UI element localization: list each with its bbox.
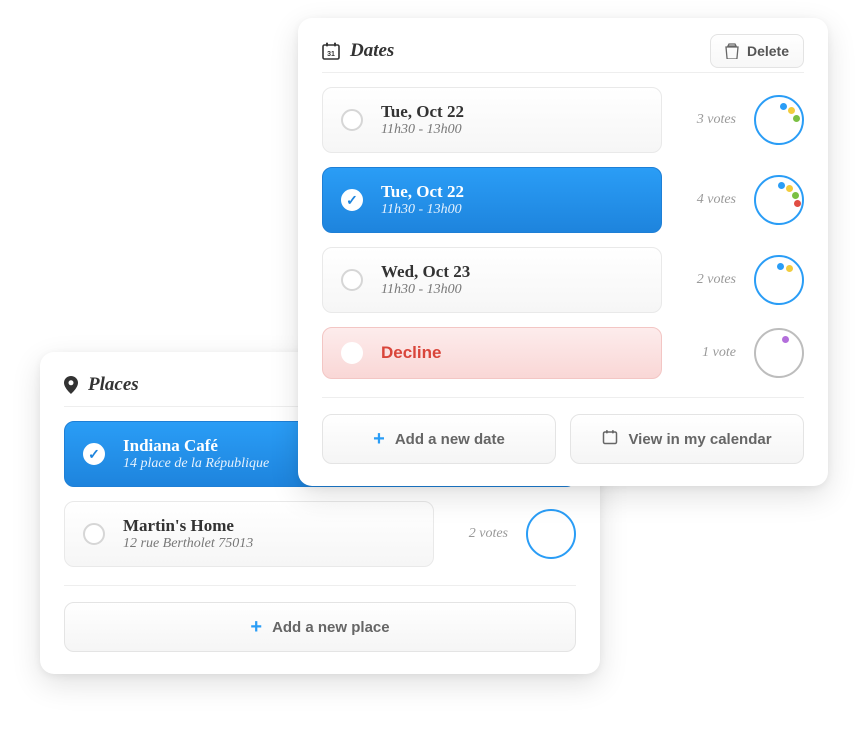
plus-icon: + xyxy=(373,429,385,449)
voter-circle xyxy=(754,328,804,378)
date-label: Tue, Oct 22 xyxy=(381,182,464,202)
voter-circle xyxy=(754,175,804,225)
date-option-2[interactable]: Tue, Oct 22 11h30 - 13h00 xyxy=(322,167,662,233)
radio-icon xyxy=(341,342,363,364)
places-title: Places xyxy=(88,374,139,396)
date-option-row: Decline 1 vote xyxy=(322,327,804,379)
dates-panel: 31 Dates Delete Tue, Oct 22 11h30 - 13h0… xyxy=(298,18,828,486)
pin-icon xyxy=(64,376,78,394)
date-label: Tue, Oct 22 xyxy=(381,102,464,122)
dates-header: 31 Dates Delete xyxy=(322,40,804,73)
place-option-text: Martin's Home 12 rue Bertholet 75013 xyxy=(123,516,253,552)
date-option-text: Wed, Oct 23 11h30 - 13h00 xyxy=(381,262,470,298)
dates-footer: + Add a new date View in my calendar xyxy=(322,397,804,464)
place-option-martin[interactable]: Martin's Home 12 rue Bertholet 75013 xyxy=(64,501,434,567)
place-address: 14 place de la République xyxy=(123,456,269,472)
date-vote-count: 3 votes xyxy=(680,112,736,128)
date-option-row: Tue, Oct 22 11h30 - 13h00 4 votes xyxy=(322,167,804,233)
radio-icon xyxy=(341,109,363,131)
delete-label: Delete xyxy=(747,43,789,59)
add-date-button[interactable]: + Add a new date xyxy=(322,414,556,464)
date-option-row: Wed, Oct 23 11h30 - 13h00 2 votes xyxy=(322,247,804,313)
plus-icon: + xyxy=(250,617,262,637)
add-place-button[interactable]: + Add a new place xyxy=(64,602,576,652)
radio-selected-icon xyxy=(341,189,363,211)
view-calendar-button[interactable]: View in my calendar xyxy=(570,414,804,464)
date-option-1[interactable]: Tue, Oct 22 11h30 - 13h00 xyxy=(322,87,662,153)
calendar-small-icon xyxy=(602,429,618,449)
add-date-label: Add a new date xyxy=(395,431,505,448)
date-option-text: Tue, Oct 22 11h30 - 13h00 xyxy=(381,102,464,138)
place-vote-count: 2 votes xyxy=(452,526,508,542)
date-label: Wed, Oct 23 xyxy=(381,262,470,282)
date-option-row: Tue, Oct 22 11h30 - 13h00 3 votes xyxy=(322,87,804,153)
radio-icon xyxy=(83,523,105,545)
date-option-decline[interactable]: Decline xyxy=(322,327,662,379)
date-option-text: Decline xyxy=(381,343,441,363)
date-vote-count: 1 vote xyxy=(680,345,736,361)
radio-icon xyxy=(341,269,363,291)
date-time: 11h30 - 13h00 xyxy=(381,122,464,138)
trash-icon xyxy=(725,43,739,59)
decline-label: Decline xyxy=(381,343,441,363)
voter-circle xyxy=(754,95,804,145)
svg-text:31: 31 xyxy=(327,51,335,58)
dates-title: Dates xyxy=(350,40,394,62)
places-footer: + Add a new place xyxy=(64,585,576,652)
date-vote-count: 2 votes xyxy=(680,272,736,288)
date-option-3[interactable]: Wed, Oct 23 11h30 - 13h00 xyxy=(322,247,662,313)
place-name: Indiana Café xyxy=(123,436,269,456)
date-time: 11h30 - 13h00 xyxy=(381,282,470,298)
view-calendar-label: View in my calendar xyxy=(628,431,771,448)
place-option-row: Martin's Home 12 rue Bertholet 75013 2 v… xyxy=(64,501,576,567)
voter-circle xyxy=(526,509,576,559)
voter-circle xyxy=(754,255,804,305)
radio-selected-icon xyxy=(83,443,105,465)
calendar-icon: 31 xyxy=(322,42,340,60)
delete-button[interactable]: Delete xyxy=(710,34,804,68)
place-name: Martin's Home xyxy=(123,516,253,536)
place-address: 12 rue Bertholet 75013 xyxy=(123,536,253,552)
date-time: 11h30 - 13h00 xyxy=(381,202,464,218)
date-vote-count: 4 votes xyxy=(680,192,736,208)
add-place-label: Add a new place xyxy=(272,619,390,636)
date-option-text: Tue, Oct 22 11h30 - 13h00 xyxy=(381,182,464,218)
place-option-text: Indiana Café 14 place de la République xyxy=(123,436,269,472)
